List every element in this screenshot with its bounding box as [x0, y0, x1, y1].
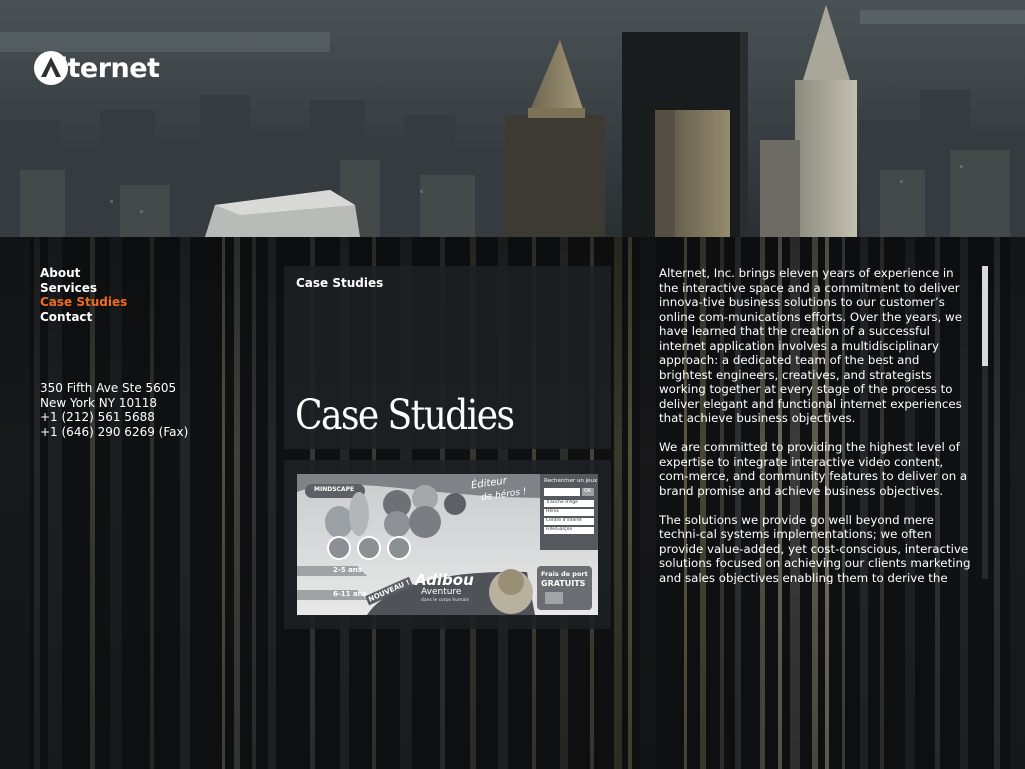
- main-nav: About Services Case Studies Contact: [40, 266, 210, 324]
- about-body-text: Alternet, Inc. brings eleven years of ex…: [659, 266, 971, 584]
- nav-item-case-studies[interactable]: Case Studies: [40, 295, 210, 310]
- body-scrollbar-thumb[interactable]: [982, 266, 988, 366]
- case-studies-label: Case Studies: [296, 276, 384, 290]
- body-paragraph: We are committed to providing the highes…: [659, 440, 968, 498]
- thumb-promo-2: GRATUITS: [541, 579, 586, 588]
- body-paragraph: Alternet, Inc. brings eleven years of ex…: [659, 266, 962, 425]
- case-study-thumbnail-mindscape[interactable]: MINDSCAPE Éditeur de héros ! Rechercher …: [297, 474, 598, 615]
- thumb-filter-age: Tranche d'Age: [546, 500, 578, 505]
- alternet-triangle-icon: [34, 51, 68, 85]
- thumb-brand: MINDSCAPE: [314, 486, 355, 493]
- thumb-filter-heros: Héros: [546, 509, 560, 514]
- body-paragraph: The solutions we provide go well beyond …: [659, 512, 971, 585]
- address-city: New York NY 10118: [40, 395, 158, 410]
- address-street: 350 Fifth Ave Ste 5605: [40, 381, 177, 395]
- company-address: 350 Fifth Ave Ste 5605 New York NY 10118…: [40, 381, 240, 440]
- address-fax: +1 (646) 290 6269 (Fax): [40, 425, 189, 440]
- thumb-search-go: OK: [584, 488, 592, 494]
- thumb-promo-1: Frais de port: [541, 570, 588, 578]
- alternet-logo[interactable]: alternet: [33, 50, 160, 88]
- thumb-product-caption: dans le corps humain: [421, 598, 470, 603]
- thumb-product-sub: Aventure: [421, 587, 462, 597]
- address-phone: +1 (212) 561 5688: [40, 410, 155, 425]
- nav-item-about[interactable]: About: [40, 266, 210, 281]
- nav-item-services[interactable]: Services: [40, 281, 210, 296]
- thumb-age-1: 2-5 ans: [333, 566, 362, 574]
- case-study-thumbnail-panel: MINDSCAPE Éditeur de héros ! Rechercher …: [284, 460, 611, 629]
- skyline-illustration: [0, 0, 1025, 237]
- thumb-filter-interest: Centre d'interet: [546, 518, 582, 523]
- thumb-age-2: 6-11 ans: [333, 590, 367, 598]
- nav-item-contact[interactable]: Contact: [40, 310, 210, 325]
- hero-skyline-photo: alternet: [0, 0, 1025, 237]
- thumb-search-label: Rechercher un jeux: [544, 478, 598, 484]
- page: alternet About Services Case Studies Con…: [0, 0, 1025, 769]
- thumb-filter-gender: Fille/Garçon: [546, 527, 573, 532]
- case-studies-title: Case Studies: [295, 391, 515, 439]
